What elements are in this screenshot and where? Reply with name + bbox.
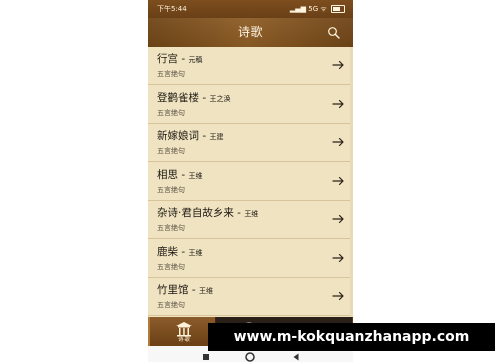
arrow-right-icon [332, 176, 344, 185]
title-author-separator: - [178, 168, 189, 181]
network-label: 5G [308, 5, 319, 13]
poem-title-text: 行宫 [157, 53, 178, 65]
title-author-separator: - [178, 245, 189, 258]
status-bar: 下午5:44 ▂▄▆ 5G ᯤ [148, 0, 353, 18]
list-item[interactable]: 新嫁娘词 - 王建 五言绝句 [148, 124, 353, 162]
search-button[interactable] [327, 25, 341, 39]
poem-form: 五言绝句 [157, 301, 185, 309]
signal-icon: ▂▄▆ [289, 5, 309, 13]
list-item[interactable]: 行宫 - 元稹 五言绝句 [148, 47, 353, 85]
poem-title-text: 竹里馆 [157, 284, 189, 296]
poem-title: 相思 - 王维 [157, 169, 327, 182]
arrow-right-icon [332, 253, 344, 262]
poem-list: 行宫 - 元稹 五言绝句 登鹳雀楼 - 王之涣 五言绝句 新嫁娘词 - 王建 五… [148, 47, 353, 317]
poem-title: 行宫 - 元稹 [157, 53, 327, 66]
poem-title-text: 新嫁娘词 [157, 130, 199, 142]
poem-author: 王建 [209, 133, 224, 141]
poem-title: 杂诗·君自故乡来 - 王维 [157, 207, 327, 220]
circle-icon [245, 352, 255, 362]
back-triangle-icon [293, 353, 299, 361]
title-author-separator: - [199, 130, 210, 142]
poem-form: 五言绝句 [157, 108, 185, 117]
battery-icon [331, 5, 345, 13]
arrow-right-icon [332, 291, 344, 301]
square-icon [203, 354, 209, 360]
arrow-right-icon [332, 214, 344, 224]
poem-title: 登鹳雀楼 - 王之涣 [157, 92, 327, 105]
poem-title-text: 杂诗·君自故乡来 [157, 207, 234, 219]
list-item[interactable]: 相思 - 王维 五言绝句 [148, 162, 353, 201]
title-author-separator: - [199, 91, 210, 104]
page-title: 诗歌 [237, 25, 263, 39]
poem-author: 元稹 [188, 56, 203, 64]
poem-title-text: 鹿柴 [157, 245, 178, 258]
poem-form: 五言绝句 [157, 147, 185, 155]
phone-screen: 下午5:44 ▂▄▆ 5G ᯤ 诗歌 行宫 - 元稹 五言绝句 登鹳雀楼 - 王… [148, 0, 353, 362]
poem-form: 五言绝句 [157, 185, 185, 194]
tab-poetry[interactable]: 诗·歌 [148, 317, 216, 346]
poem-form: 五言绝句 [157, 262, 185, 271]
title-author-separator: - [178, 53, 189, 65]
poem-author: 王维 [188, 248, 203, 257]
app-header: 诗歌 [148, 18, 353, 48]
poem-title: 竹里馆 - 王维 [157, 284, 327, 297]
wifi-icon: ᯤ [320, 5, 327, 13]
poem-title-text: 相思 [157, 168, 178, 181]
list-item[interactable]: 登鹳雀楼 - 王之涣 五言绝句 [148, 85, 353, 124]
poem-author: 王维 [244, 210, 259, 218]
arrow-right-icon [332, 137, 344, 147]
arrow-right-icon [332, 60, 344, 70]
poem-form: 五言绝句 [157, 224, 185, 232]
poem-title-text: 登鹳雀楼 [157, 91, 199, 104]
poem-author: 王维 [198, 287, 213, 295]
poem-author: 王维 [188, 171, 203, 180]
status-icons: ▂▄▆ 5G ᯤ [290, 0, 345, 18]
scrollbar[interactable] [350, 47, 353, 317]
status-time: 下午5:44 [157, 5, 187, 13]
list-item[interactable]: 杂诗·君自故乡来 - 王维 五言绝句 [148, 201, 353, 239]
poem-form: 五言绝句 [157, 70, 185, 78]
poem-title: 鹿柴 - 王维 [157, 246, 327, 259]
title-author-separator: - [233, 207, 245, 219]
list-item[interactable]: 鹿柴 - 王维 五言绝句 [148, 239, 353, 278]
pavilion-icon [176, 322, 192, 337]
title-author-separator: - [188, 284, 199, 296]
poem-author: 王之涣 [209, 94, 231, 103]
list-item[interactable]: 竹里馆 - 王维 五言绝句 [148, 278, 353, 316]
poem-title: 新嫁娘词 - 王建 [157, 130, 327, 143]
watermark-banner: www.m-kokquanzhanapp.com [208, 323, 495, 351]
search-icon [328, 27, 340, 39]
arrow-right-icon [332, 99, 344, 108]
